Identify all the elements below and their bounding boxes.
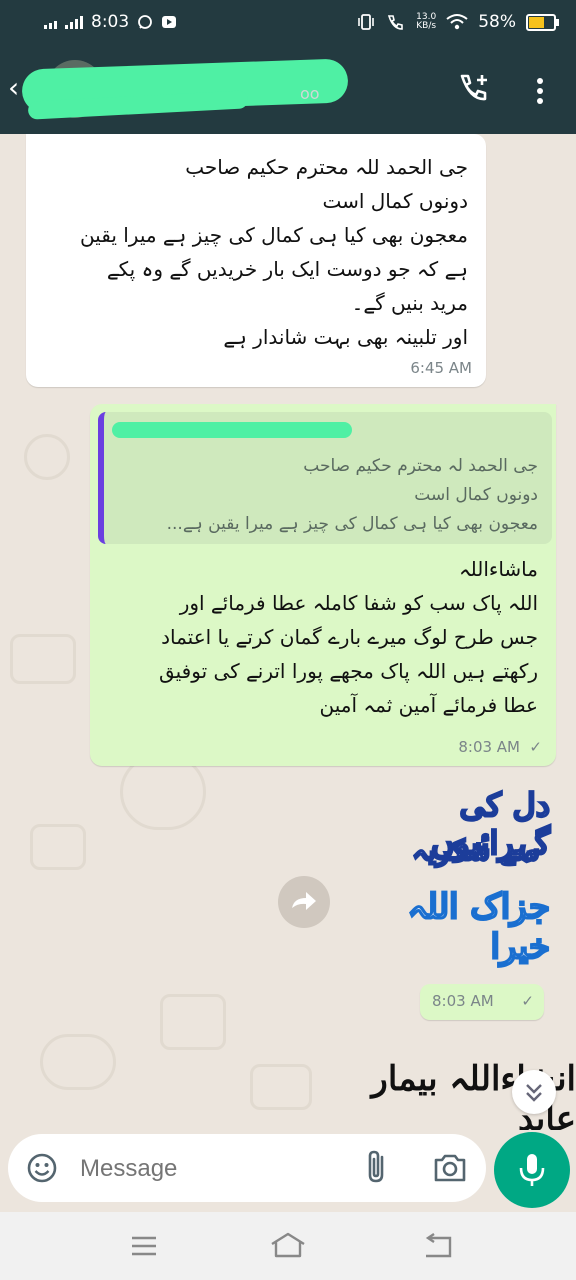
message-line: معجون بھی کیا ہی کمال کی چیز ہے میرا یقی… [79, 223, 468, 247]
attach-icon[interactable] [362, 1148, 392, 1186]
message-time: 6:45 AM [410, 359, 472, 377]
sticker-line: سے شکریہ [411, 833, 541, 868]
sent-check-icon: ✓ [521, 992, 534, 1010]
signal-icon [44, 15, 57, 29]
message-line: ماشاءاللہ [458, 557, 538, 581]
sticker-time-pill: 8:03 AM ✓ [420, 984, 544, 1020]
message-time: 8:03 AM [432, 992, 494, 1010]
signal-2-icon [65, 15, 83, 29]
battery-percent: 58% [478, 12, 516, 32]
contact-name-tail: oo [300, 84, 320, 103]
back-nav-icon[interactable] [420, 1232, 456, 1260]
wifi-call-icon [388, 15, 403, 30]
quoted-line: دونوں کمال است [414, 485, 538, 505]
message-line: عطا فرمائے آمین ثمہ آمین [319, 693, 538, 717]
back-arrow-icon[interactable]: ‹ [8, 74, 19, 102]
message-line: اور تلبینہ بھی بہت شاندار ہے [223, 325, 468, 349]
sent-check-icon: ✓ [529, 738, 542, 756]
forward-button[interactable] [278, 876, 330, 928]
sticker-image[interactable]: دل کی گہرائیوں سے شکریہ جزاک اللہ خیرا [350, 785, 551, 986]
quoted-line: جی الحمد لہ محترم حکیم صاحب [303, 456, 538, 476]
message-line: اللہ پاک سب کو شفا کاملہ عطا فرمائے اور [179, 591, 538, 615]
vibrate-icon [358, 14, 374, 30]
more-options-icon[interactable] [530, 76, 550, 106]
wifi-icon [446, 14, 468, 30]
battery-icon [526, 13, 559, 31]
system-nav-bar [0, 1212, 576, 1280]
forward-icon [292, 892, 316, 910]
scroll-to-bottom-button[interactable] [512, 1070, 556, 1114]
message-line: رکھتے ہیں اللہ پاک مجھے پورا اترنے کی تو… [158, 659, 538, 683]
youtube-notification-icon [162, 16, 177, 28]
message-line: جس طرح لوگ میرے بارے گمان کرتے یا اعتماد [161, 625, 538, 649]
message-time: 8:03 AM [458, 738, 520, 756]
chat-header: ‹ oo [0, 46, 576, 134]
message-input[interactable] [78, 1148, 342, 1190]
double-chevron-down-icon [526, 1084, 542, 1102]
emoji-icon[interactable] [26, 1152, 58, 1184]
whatsapp-notification-icon [138, 15, 153, 29]
quoted-message[interactable]: جی الحمد لہ محترم حکیم صاحب دونوں کمال ا… [98, 412, 552, 544]
camera-icon[interactable] [432, 1152, 468, 1184]
message-composer [8, 1134, 486, 1202]
net-speed: 13.0 KB/s [416, 13, 436, 31]
message-line: ہے کہ جو دوست ایک بار خریدیں گے وہ پکے [106, 257, 468, 281]
microphone-icon [519, 1154, 545, 1186]
sticker-line: جزاک اللہ خیرا [407, 886, 551, 968]
quoted-line: معجون بھی کیا ہی کمال کی چیز ہے میرا یقی… [166, 514, 538, 534]
voice-message-button[interactable] [494, 1132, 570, 1208]
home-icon[interactable] [268, 1230, 308, 1260]
recent-apps-icon[interactable] [128, 1234, 160, 1258]
status-time: 8:03 [91, 12, 130, 32]
redacted-quoted-author [112, 422, 352, 438]
outgoing-message[interactable]: جی الحمد لہ محترم حکیم صاحب دونوں کمال ا… [90, 404, 556, 766]
chat-area[interactable]: جی الحمد للہ محترم حکیم صاحب دونوں کمال … [0, 134, 576, 1130]
status-bar: 8:03 13.0 KB/s 58% [0, 0, 576, 46]
message-line: دونوں کمال است [322, 189, 468, 213]
message-line: جی الحمد للہ محترم حکیم صاحب [185, 155, 468, 179]
add-call-icon[interactable] [456, 72, 492, 108]
incoming-message[interactable]: جی الحمد للہ محترم حکیم صاحب دونوں کمال … [26, 134, 486, 387]
message-line: مرید بنیں گے۔ [351, 291, 468, 315]
net-speed-unit: KB/s [416, 21, 437, 31]
